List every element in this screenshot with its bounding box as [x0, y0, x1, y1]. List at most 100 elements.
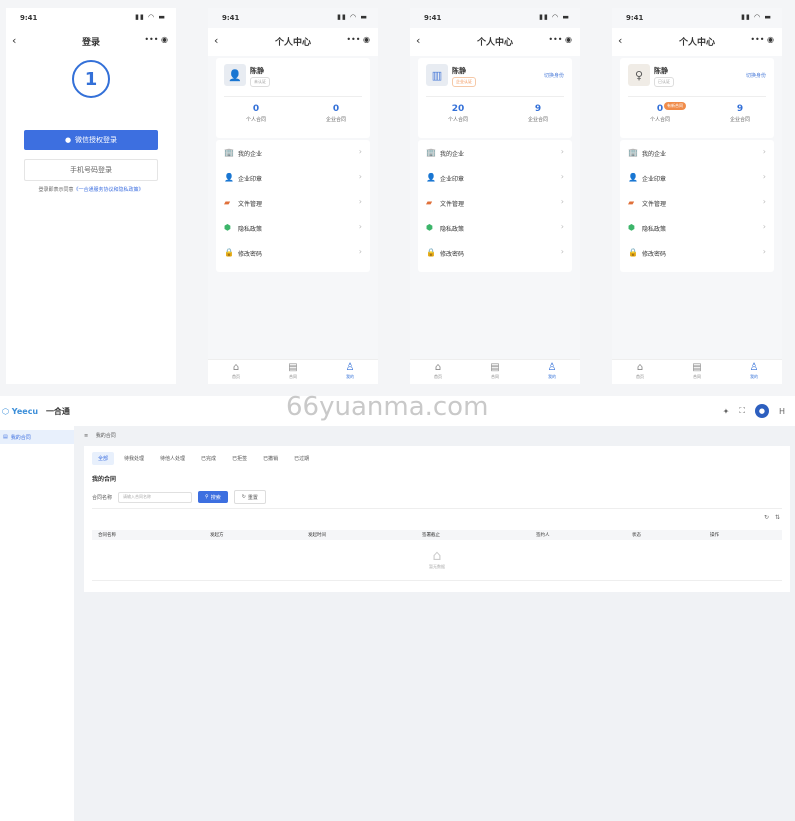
tab-pending-others[interactable]: 待他人处理 [154, 452, 191, 465]
nav-bar: ‹ 个人中心 ••• ◉ [208, 28, 378, 56]
stat-company[interactable]: 9 企业合同 [508, 104, 568, 123]
menu-item-privacy[interactable]: ⬢ 隐私政策 › [620, 215, 774, 240]
contract-name-input[interactable]: 请输入合同名称 [118, 491, 193, 503]
search-button[interactable]: ⚲ 搜索 [198, 491, 228, 503]
capsule-menu-icon[interactable]: ••• ◉ [750, 35, 774, 44]
tab-expired[interactable]: 已过期 [288, 452, 315, 465]
phone-profile-screen-1: 9:41 ▮▮ ◠ ▬ ‹ 个人中心 ••• ◉ 👤 陈静 未认证 0 个人合同… [208, 8, 378, 384]
tab-revoked[interactable]: 已撤销 [257, 452, 284, 465]
hamburger-icon[interactable]: ≡ [84, 433, 88, 439]
document-icon: ▤ [490, 362, 500, 373]
breadcrumb-item[interactable]: 我的合同 [96, 433, 116, 439]
top-bar: ⬡ Yeecu 一合通 66yuanma.com ✦ ⛶ ● H [0, 392, 795, 426]
stat-company[interactable]: 9 企业合同 [710, 104, 770, 123]
tab-completed[interactable]: 已完成 [195, 452, 222, 465]
capsule-menu-icon[interactable]: ••• ◉ [548, 35, 572, 44]
menu-item-enterprise[interactable]: 🏢 我的企业 › [418, 140, 572, 165]
menu-item-password[interactable]: 🔒 修改密码 › [620, 240, 774, 265]
status-bar: 9:41 ▮▮ ◠ ▬ [410, 8, 580, 28]
agreement-link[interactable]: 《一合通服务协议和隐私政策》 [74, 187, 144, 193]
tab-label: 合同 [289, 374, 297, 379]
switch-identity-link[interactable]: 切换身份 [544, 72, 564, 79]
stat-personal[interactable]: 20 个人合同 [428, 104, 488, 123]
chevron-right-icon: › [560, 147, 564, 156]
menu-item-enterprise[interactable]: 🏢 我的企业 › [216, 140, 370, 165]
tab-label: 首页 [434, 374, 442, 379]
divider [92, 508, 782, 509]
stat-personal-value: 20 [451, 104, 465, 114]
empty-state: ⌂ 暂无数据 [84, 548, 790, 570]
menu-card: 🏢 我的企业 › 👤 企业印章 › ▰ 文件管理 › ⬢ 隐私政策 › 🔒 修改密码 › [418, 140, 572, 272]
switch-identity-link[interactable]: 切换身份 [746, 72, 766, 79]
capsule-menu-icon[interactable]: ••• ◉ [144, 35, 168, 44]
menu-item-files[interactable]: ▰ 文件管理 › [216, 190, 370, 215]
chevron-right-icon: › [762, 172, 766, 181]
refresh-icon[interactable]: ↻ [764, 514, 769, 521]
menu-item-seal[interactable]: 👤 企业印章 › [620, 165, 774, 190]
column-header: 合同名称 [98, 533, 116, 538]
empty-text: 暂无数据 [429, 564, 445, 569]
status-time: 9:41 [424, 14, 442, 22]
bell-icon[interactable]: ✦ [723, 407, 730, 416]
phone-login-button[interactable]: 手机号码登录 [24, 159, 158, 181]
tab-mine[interactable]: ♙ 我的 [330, 362, 370, 380]
sidebar-item-my-contracts[interactable]: ▤ 我的合同 [0, 430, 74, 444]
menu-item-files[interactable]: ▰ 文件管理 › [418, 190, 572, 215]
avatar[interactable]: 👤 [224, 64, 246, 86]
tab-home[interactable]: ⌂ 首页 [418, 362, 458, 380]
stat-company-value: 9 [736, 104, 744, 114]
capsule-menu-icon[interactable]: ••• ◉ [346, 35, 370, 44]
status-tabs: 全部 待我处理 待他人处理 已完成 已拒签 已撤销 已过期 [92, 452, 315, 465]
nav-bar: ‹ 个人中心 ••• ◉ [612, 28, 782, 56]
sidebar-item-label: 我的合同 [10, 434, 31, 441]
seal-icon: 👤 [426, 173, 436, 182]
tab-home[interactable]: ⌂ 首页 [216, 362, 256, 380]
tab-mine[interactable]: ♙ 我的 [734, 362, 774, 380]
menu-item-seal[interactable]: 👤 企业印章 › [216, 165, 370, 190]
search-label: 搜索 [210, 494, 221, 501]
reset-label: 重置 [247, 494, 258, 501]
brand-logo[interactable]: ⬡ Yeecu 一合通 [2, 406, 70, 417]
tab-mine[interactable]: ♙ 我的 [532, 362, 572, 380]
profile-card: ▥ 陈静 企业认证 切换身份 20 个人合同 9 企业合同 [418, 58, 572, 138]
tab-rejected[interactable]: 已拒签 [226, 452, 253, 465]
profile-card: ♀ 陈静 已认证 切换身份 有新合同 0 个人合同 9 企业合同 [620, 58, 774, 138]
stat-company[interactable]: 0 企业合同 [306, 104, 366, 123]
menu-item-privacy[interactable]: ⬢ 隐私政策 › [216, 215, 370, 240]
tab-home[interactable]: ⌂ 首页 [620, 362, 660, 380]
stat-personal-value: 0 [656, 104, 664, 114]
chevron-right-icon: › [762, 197, 766, 206]
menu-item-seal[interactable]: 👤 企业印章 › [418, 165, 572, 190]
brand-name: Yeecu [11, 407, 39, 416]
wechat-login-button[interactable]: ● 微信授权登录 [24, 130, 158, 150]
phone-login-screen: 9:41 ▮▮ ◠ ▬ ‹ 登录 ••• ◉ 1 ● 微信授权登录 手机号码登录… [6, 8, 176, 384]
stat-company-label: 企业合同 [325, 117, 346, 123]
stat-personal[interactable]: 0 个人合同 [226, 104, 286, 123]
menu-item-password[interactable]: 🔒 修改密码 › [216, 240, 370, 265]
agreement-prefix: 登录即表示同意 [38, 187, 74, 193]
chevron-right-icon: › [358, 147, 362, 156]
tab-contract[interactable]: ▤ 合同 [475, 362, 515, 380]
tab-contract[interactable]: ▤ 合同 [677, 362, 717, 380]
fullscreen-icon[interactable]: ⛶ [739, 406, 745, 416]
column-settings-icon[interactable]: ⇅ [775, 514, 780, 521]
tab-all[interactable]: 全部 [92, 452, 115, 465]
tab-label: 首页 [636, 374, 644, 379]
reset-button[interactable]: ↻ 重置 [233, 490, 266, 504]
table-tools: ↻ ⇅ [764, 514, 780, 521]
tab-pending-me[interactable]: 待我处理 [118, 452, 150, 465]
menu-item-password[interactable]: 🔒 修改密码 › [418, 240, 572, 265]
user-name[interactable]: H [779, 407, 785, 416]
stat-personal[interactable]: 0 个人合同 [630, 104, 690, 123]
avatar[interactable]: ♀ [628, 64, 650, 86]
user-avatar[interactable]: ● [754, 404, 769, 418]
building-avatar-icon[interactable]: ▥ [426, 64, 448, 86]
menu-item-files[interactable]: ▰ 文件管理 › [620, 190, 774, 215]
tab-contract[interactable]: ▤ 合同 [273, 362, 313, 380]
menu-label: 文件管理 [642, 201, 667, 208]
menu-item-privacy[interactable]: ⬢ 隐私政策 › [418, 215, 572, 240]
user-icon: ♙ [345, 362, 355, 373]
menu-item-enterprise[interactable]: 🏢 我的企业 › [620, 140, 774, 165]
tab-label: 我的 [750, 374, 758, 379]
stat-company-label: 企业合同 [729, 117, 750, 123]
